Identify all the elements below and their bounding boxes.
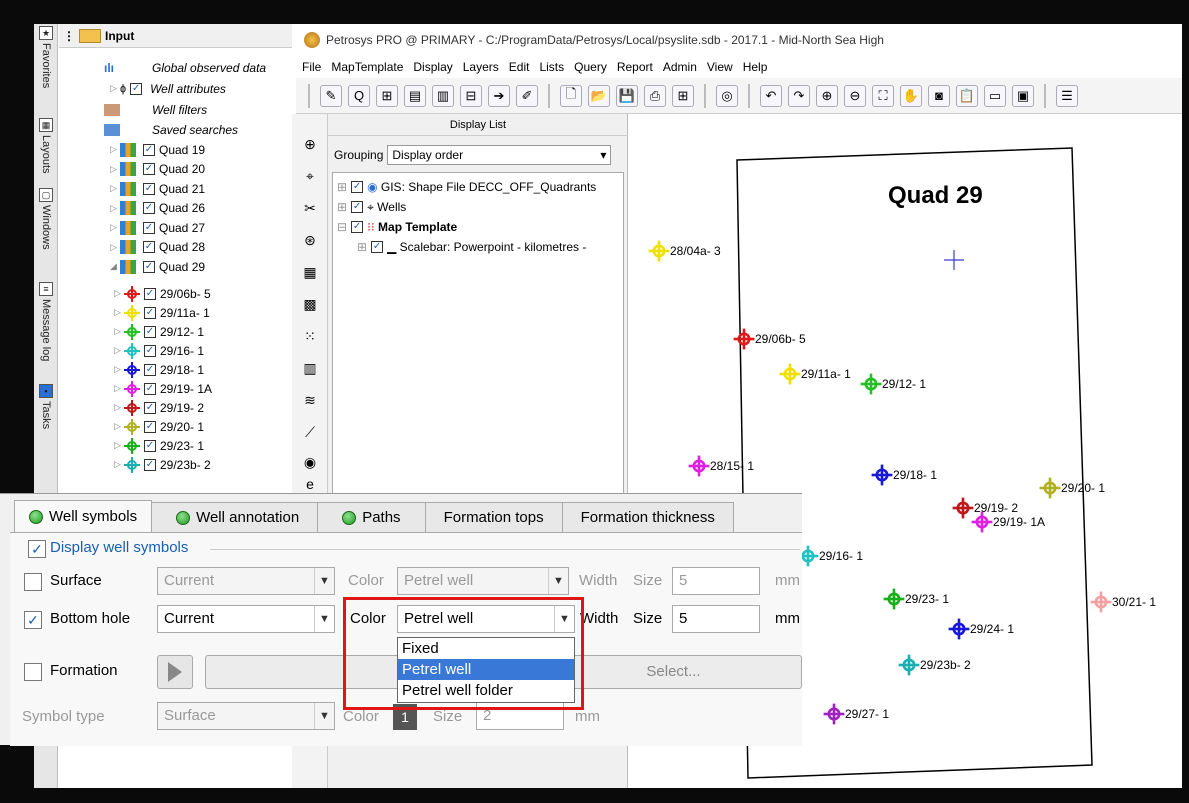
dialog-tabs: Well symbols Well annotation Paths Forma… (14, 500, 734, 532)
well-symbol-icon (823, 703, 845, 725)
well-symbol-icon (948, 618, 970, 640)
symbol-type-color-label: Color (343, 708, 379, 725)
well-symbol-icon (1039, 477, 1061, 499)
surface-color-label: Color (348, 572, 384, 589)
well-symbol-icon (871, 464, 893, 486)
bottom-hole-size-input[interactable]: 5 (672, 605, 760, 633)
tab-formation-tops[interactable]: Formation tops (424, 502, 563, 532)
formation-label: Formation (50, 662, 118, 679)
chevron-down-icon: ▼ (314, 606, 334, 632)
map-well[interactable]: 30/21- 1 (1090, 591, 1156, 613)
bottom-hole-label: Bottom hole (50, 610, 131, 627)
map-well[interactable]: 28/04a- 3 (648, 240, 721, 262)
symbol-type-size-label: Size (433, 708, 463, 725)
status-dot-icon (29, 509, 43, 524)
surface-width-label: Width (579, 572, 618, 589)
surface-unit: mm (775, 572, 800, 589)
screenshot: ★ Favorites ▦ Layouts ▢ Windows ≡ Message lo… (0, 0, 1189, 803)
chevron-down-icon: ▼ (314, 568, 334, 594)
well-symbol-icon (971, 511, 993, 533)
map-well[interactable]: 28/15- 1 (688, 455, 754, 477)
map-well[interactable]: 29/27- 1 (823, 703, 889, 725)
bottom-hole-checkbox[interactable]: ✓ (24, 611, 42, 629)
formation-checkbox[interactable] (24, 663, 42, 681)
color-dropdown-list: Fixed Petrel well Petrel well folder (397, 637, 575, 703)
map-well[interactable]: 29/23- 1 (883, 588, 949, 610)
tab-well-annotation[interactable]: Well annotation (151, 502, 319, 532)
arrow-right-button[interactable] (157, 655, 193, 689)
symbol-type-combo: Surface ▼ (157, 702, 335, 730)
dropdown-option[interactable]: Fixed (398, 638, 574, 659)
divider (210, 549, 800, 550)
well-symbol-icon (688, 455, 710, 477)
bottom-hole-unit: mm (775, 610, 800, 627)
surface-color-combo: Petrel well ▼ (397, 567, 569, 595)
arrow-right-icon (168, 662, 182, 682)
dropdown-option[interactable]: Petrel well folder (398, 680, 574, 701)
dropdown-option-selected[interactable]: Petrel well (398, 659, 574, 680)
well-symbol-icon (860, 373, 882, 395)
tab-well-symbols[interactable]: Well symbols (14, 500, 153, 532)
map-well[interactable]: 29/11a- 1 (779, 363, 851, 385)
map-well[interactable]: 29/06b- 5 (733, 328, 806, 350)
status-dot-icon (176, 510, 191, 525)
surface-checkbox[interactable] (24, 573, 42, 591)
well-symbol-icon (952, 497, 974, 519)
well-symbol-icon (898, 654, 920, 676)
surface-size-label: Size (633, 572, 663, 589)
well-symbol-icon (1090, 591, 1112, 613)
symbol-type-label: Symbol type (22, 708, 105, 725)
map-well[interactable]: 29/19- 1A (971, 511, 1045, 533)
map-title: Quad 29 (888, 182, 983, 209)
display-well-symbols-label: Display well symbols (50, 539, 189, 556)
well-symbol-icon (779, 363, 801, 385)
tab-paths[interactable]: Paths (317, 502, 426, 532)
chevron-down-icon: ▼ (548, 568, 568, 594)
map-well[interactable]: 29/16- 1 (797, 545, 863, 567)
map-well[interactable]: 29/23b- 2 (898, 654, 971, 676)
chevron-down-icon: ▼ (314, 703, 334, 729)
display-well-symbols-checkbox[interactable]: ✓ (28, 540, 46, 558)
bottom-hole-combo[interactable]: Current ▼ (157, 605, 335, 633)
status-dot-icon (342, 510, 357, 525)
well-symbol-icon (648, 240, 670, 262)
well-symbol-icon (883, 588, 905, 610)
tab-formation-thickness[interactable]: Formation thickness (561, 502, 734, 532)
bottom-hole-width-label: Width (580, 610, 619, 627)
surface-size-input: 5 (672, 567, 760, 595)
map-well[interactable]: 29/20- 1 (1039, 477, 1105, 499)
well-symbol-icon (733, 328, 755, 350)
map-well[interactable]: 29/12- 1 (860, 373, 926, 395)
map-well[interactable]: 29/24- 1 (948, 618, 1014, 640)
surface-combo: Current ▼ (157, 567, 335, 595)
symbol-type-unit: mm (575, 708, 600, 725)
map-well[interactable]: 29/18- 1 (871, 464, 937, 486)
bottom-hole-size-label: Size (633, 610, 663, 627)
surface-label: Surface (50, 572, 102, 589)
